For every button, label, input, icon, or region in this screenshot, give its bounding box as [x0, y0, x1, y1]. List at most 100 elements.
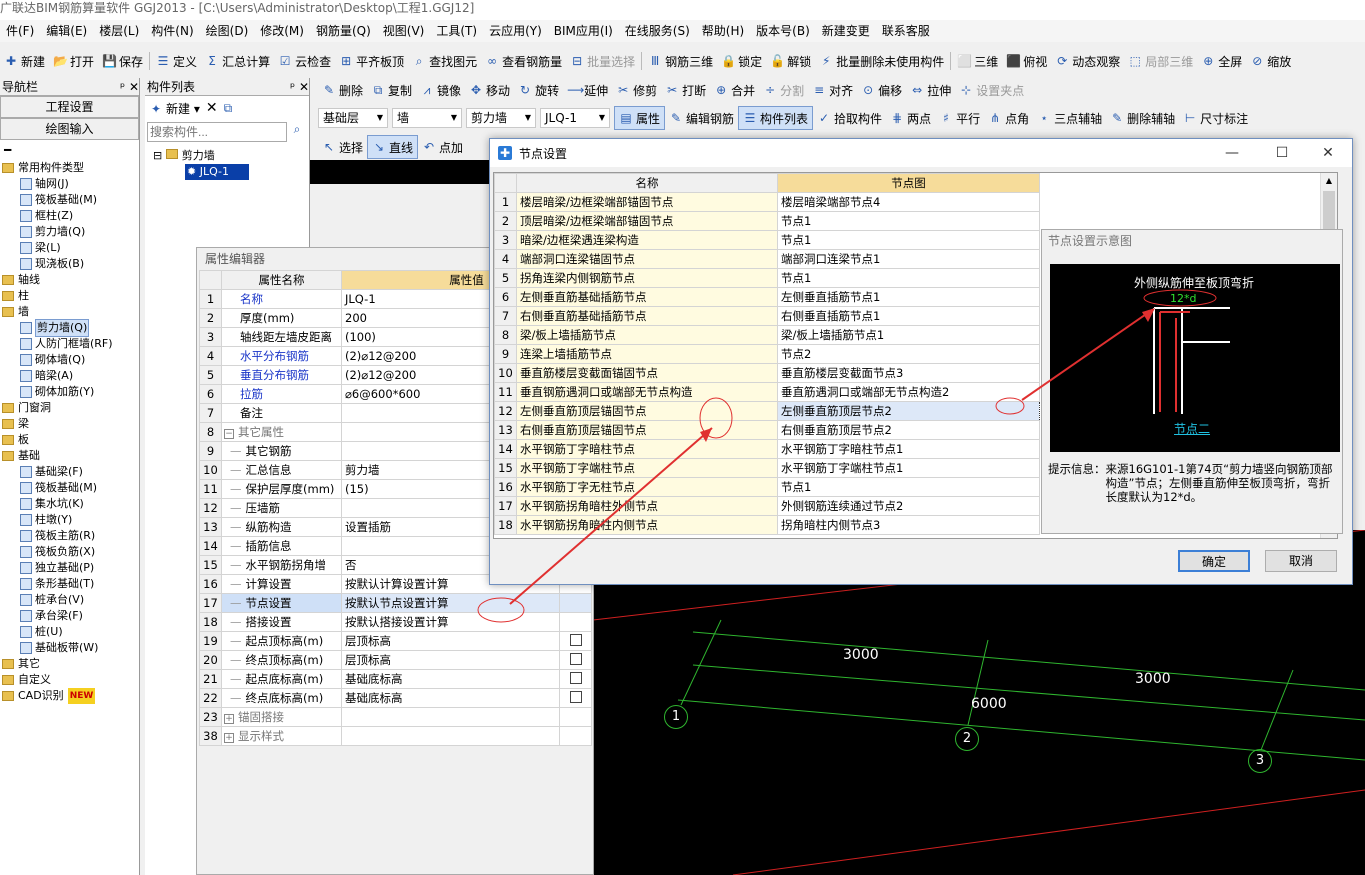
nav-item[interactable]: 筏板主筋(R) — [0, 528, 139, 544]
member-button-5[interactable]: ♯ 平行 — [935, 106, 984, 130]
axis-marker[interactable]: 2 — [955, 727, 979, 751]
property-row[interactable]: 21— 起点底标高(m) 基础底标高 — [199, 669, 592, 689]
edit-button-10[interactable]: ≡ 对齐 — [808, 78, 857, 102]
nav-item[interactable]: 自定义 — [0, 672, 139, 688]
node-row[interactable]: 2 顶层暗梁/边框梁端部锚固节点 节点1 — [494, 211, 1040, 231]
member-button-6[interactable]: ⋔ 点角 — [984, 106, 1033, 130]
menu-item-0[interactable]: 件(F) — [0, 20, 40, 42]
scroll-thumb[interactable] — [1323, 191, 1335, 231]
nav-item[interactable]: 基础板带(W) — [0, 640, 139, 656]
canvas-top-strip[interactable] — [310, 160, 492, 184]
nav-item[interactable]: 框柱(Z) — [0, 208, 139, 224]
member-button-3[interactable]: ✓ 拾取构件 — [813, 106, 886, 130]
node-image-cell[interactable]: 水平钢筋丁字暗柱节点1 — [777, 439, 1040, 459]
pin-icon[interactable]: ᵖ ✕ — [120, 78, 139, 95]
property-value-cell[interactable]: 基础底标高 — [341, 669, 560, 689]
property-extra-cell[interactable] — [559, 631, 592, 651]
menu-item-9[interactable]: 云应用(Y) — [483, 20, 548, 42]
edit-button-11[interactable]: ⊙ 偏移 — [857, 78, 906, 102]
close-icon[interactable]: ᵖ ✕ — [290, 78, 309, 95]
node-image-cell[interactable]: 左侧垂直筋顶层节点2 — [777, 401, 1040, 421]
menu-item-11[interactable]: 在线服务(S) — [619, 20, 696, 42]
maximize-button[interactable]: ☐ — [1262, 141, 1302, 165]
node-row[interactable]: 15 水平钢筋丁字端柱节点 水平钢筋丁字端柱节点1 — [494, 458, 1040, 478]
property-checkbox[interactable] — [569, 633, 582, 646]
toolbar-button-8[interactable]: ∞ 查看钢筋量 — [481, 49, 566, 73]
combo-subtype[interactable]: 剪力墙 ▼ — [466, 108, 536, 128]
menu-item-12[interactable]: 帮助(H) — [696, 20, 750, 42]
combo-type[interactable]: 墙 ▼ — [392, 108, 462, 128]
node-row[interactable]: 6 左侧垂直筋基础插筋节点 左侧垂直插筋节点1 — [494, 287, 1040, 307]
node-image-cell[interactable]: 节点1 — [777, 477, 1040, 497]
edit-button-0[interactable]: ✎ 删除 — [318, 78, 367, 102]
node-row[interactable]: 3 暗梁/边框梁遇连梁构造 节点1 — [494, 230, 1040, 250]
minimize-button[interactable]: — — [1212, 141, 1252, 165]
nav-item[interactable]: 梁 — [0, 416, 139, 432]
menu-item-8[interactable]: 工具(T) — [430, 20, 483, 42]
toolbar-button-11[interactable]: 🔒 锁定 — [717, 49, 766, 73]
node-row[interactable]: 10 垂直筋楼层变截面锚固节点 垂直筋楼层变截面节点3 — [494, 363, 1040, 383]
toolbar-button-3[interactable]: ☰ 定义 — [152, 49, 201, 73]
property-row[interactable]: 18— 搭接设置 按默认搭接设置计算 — [199, 612, 592, 632]
toolbar-button-16[interactable]: ⟳ 动态观察 — [1051, 49, 1124, 73]
nav-item[interactable]: 桩承台(V) — [0, 592, 139, 608]
menu-item-10[interactable]: BIM应用(I) — [548, 20, 619, 42]
node-row[interactable]: 5 拐角连梁内侧钢筋节点 节点1 — [494, 268, 1040, 288]
edit-button-9[interactable]: ÷ 分割 — [759, 78, 808, 102]
toolbar-button-1[interactable]: 📂 打开 — [49, 49, 98, 73]
combo-floor[interactable]: 基础层 ▼ — [318, 108, 388, 128]
property-extra-cell[interactable] — [559, 688, 592, 708]
axis-marker[interactable]: 3 — [1248, 749, 1272, 773]
node-image-cell[interactable]: 外侧钢筋连续通过节点2 — [777, 496, 1040, 516]
toolbar-button-9[interactable]: ⊟ 批量选择 — [566, 49, 639, 73]
toolbar-button-5[interactable]: ☑ 云检查 — [274, 49, 335, 73]
menu-item-2[interactable]: 楼层(L) — [93, 20, 145, 42]
property-value-cell[interactable]: 按默认节点设置计算 — [341, 593, 560, 613]
edit-button-6[interactable]: ✂ 修剪 — [612, 78, 661, 102]
toolbar-button-14[interactable]: ⬜ 三维 — [953, 49, 1002, 73]
expand-toggle-icon[interactable]: + — [224, 733, 234, 743]
toolbar-button-17[interactable]: ⬚ 局部三维 — [1124, 49, 1197, 73]
node-image-cell[interactable]: 右侧垂直筋顶层节点2 — [777, 420, 1040, 440]
node-image-cell[interactable]: 节点1 — [777, 211, 1040, 231]
nav-item[interactable]: 墙 — [0, 304, 139, 320]
menu-item-5[interactable]: 修改(M) — [254, 20, 310, 42]
expand-toggle-icon[interactable]: − — [224, 429, 234, 439]
toolbar-button-4[interactable]: Σ 汇总计算 — [201, 49, 274, 73]
node-row[interactable]: 13 右侧垂直筋顶层锚固节点 右侧垂直筋顶层节点2 — [494, 420, 1040, 440]
nav-item[interactable]: 柱 — [0, 288, 139, 304]
property-row[interactable]: 17— 节点设置 按默认节点设置计算 — [199, 593, 592, 613]
node-row[interactable]: 11 垂直钢筋遇洞口或端部无节点构造 垂直筋遇洞口或端部无节点构造2 — [494, 382, 1040, 402]
property-checkbox[interactable] — [569, 652, 582, 665]
cancel-button[interactable]: 取消 — [1265, 550, 1337, 572]
member-button-4[interactable]: ⋕ 两点 — [886, 106, 935, 130]
property-value-cell[interactable]: 层顶标高 — [341, 631, 560, 651]
nav-item[interactable]: 轴网(J) — [0, 176, 139, 192]
nav-item[interactable]: 门窗洞 — [0, 400, 139, 416]
edit-button-4[interactable]: ↻ 旋转 — [514, 78, 563, 102]
toolbar-button-15[interactable]: ⬛ 俯视 — [1002, 49, 1051, 73]
toolbar-button-10[interactable]: Ⅲ 钢筋三维 — [644, 49, 717, 73]
nav-item[interactable]: CAD识别 NEW — [0, 688, 139, 704]
node-row[interactable]: 14 水平钢筋丁字暗柱节点 水平钢筋丁字暗柱节点1 — [494, 439, 1040, 459]
edit-button-2[interactable]: ⩘ 镜像 — [416, 78, 465, 102]
menu-item-15[interactable]: 联系客服 — [876, 20, 936, 42]
ok-button[interactable]: 确定 — [1178, 550, 1250, 572]
node-image-cell[interactable]: 垂直筋遇洞口或端部无节点构造2 — [777, 382, 1040, 402]
nav-item[interactable]: 砌体墙(Q) — [0, 352, 139, 368]
nav-item[interactable]: 剪力墙(Q) — [0, 319, 139, 337]
component-tree-root[interactable]: ⊟ 剪力墙 — [153, 148, 309, 164]
node-image-cell[interactable]: 节点1 — [777, 268, 1040, 288]
menu-item-13[interactable]: 版本号(B) — [750, 20, 816, 42]
nav-item[interactable]: 基础梁(F) — [0, 464, 139, 480]
nav-item[interactable]: 柱墩(Y) — [0, 512, 139, 528]
property-row[interactable]: 23 + 锚固搭接 — [199, 707, 592, 727]
node-row[interactable]: 7 右侧垂直筋基础插筋节点 右侧垂直插筋节点1 — [494, 306, 1040, 326]
node-image-cell[interactable]: 左侧垂直插筋节点1 — [777, 287, 1040, 307]
node-row[interactable]: 17 水平钢筋拐角暗柱外侧节点 外侧钢筋连续通过节点2 — [494, 496, 1040, 516]
menu-item-4[interactable]: 绘图(D) — [200, 20, 255, 42]
nav-item[interactable]: 常用构件类型 — [0, 160, 139, 176]
scroll-up-icon[interactable]: ▲ — [1321, 173, 1337, 189]
member-button-1[interactable]: ✎ 编辑钢筋 — [665, 106, 738, 130]
new-component-button[interactable]: ✦ 新建 ▾ — [149, 100, 200, 117]
